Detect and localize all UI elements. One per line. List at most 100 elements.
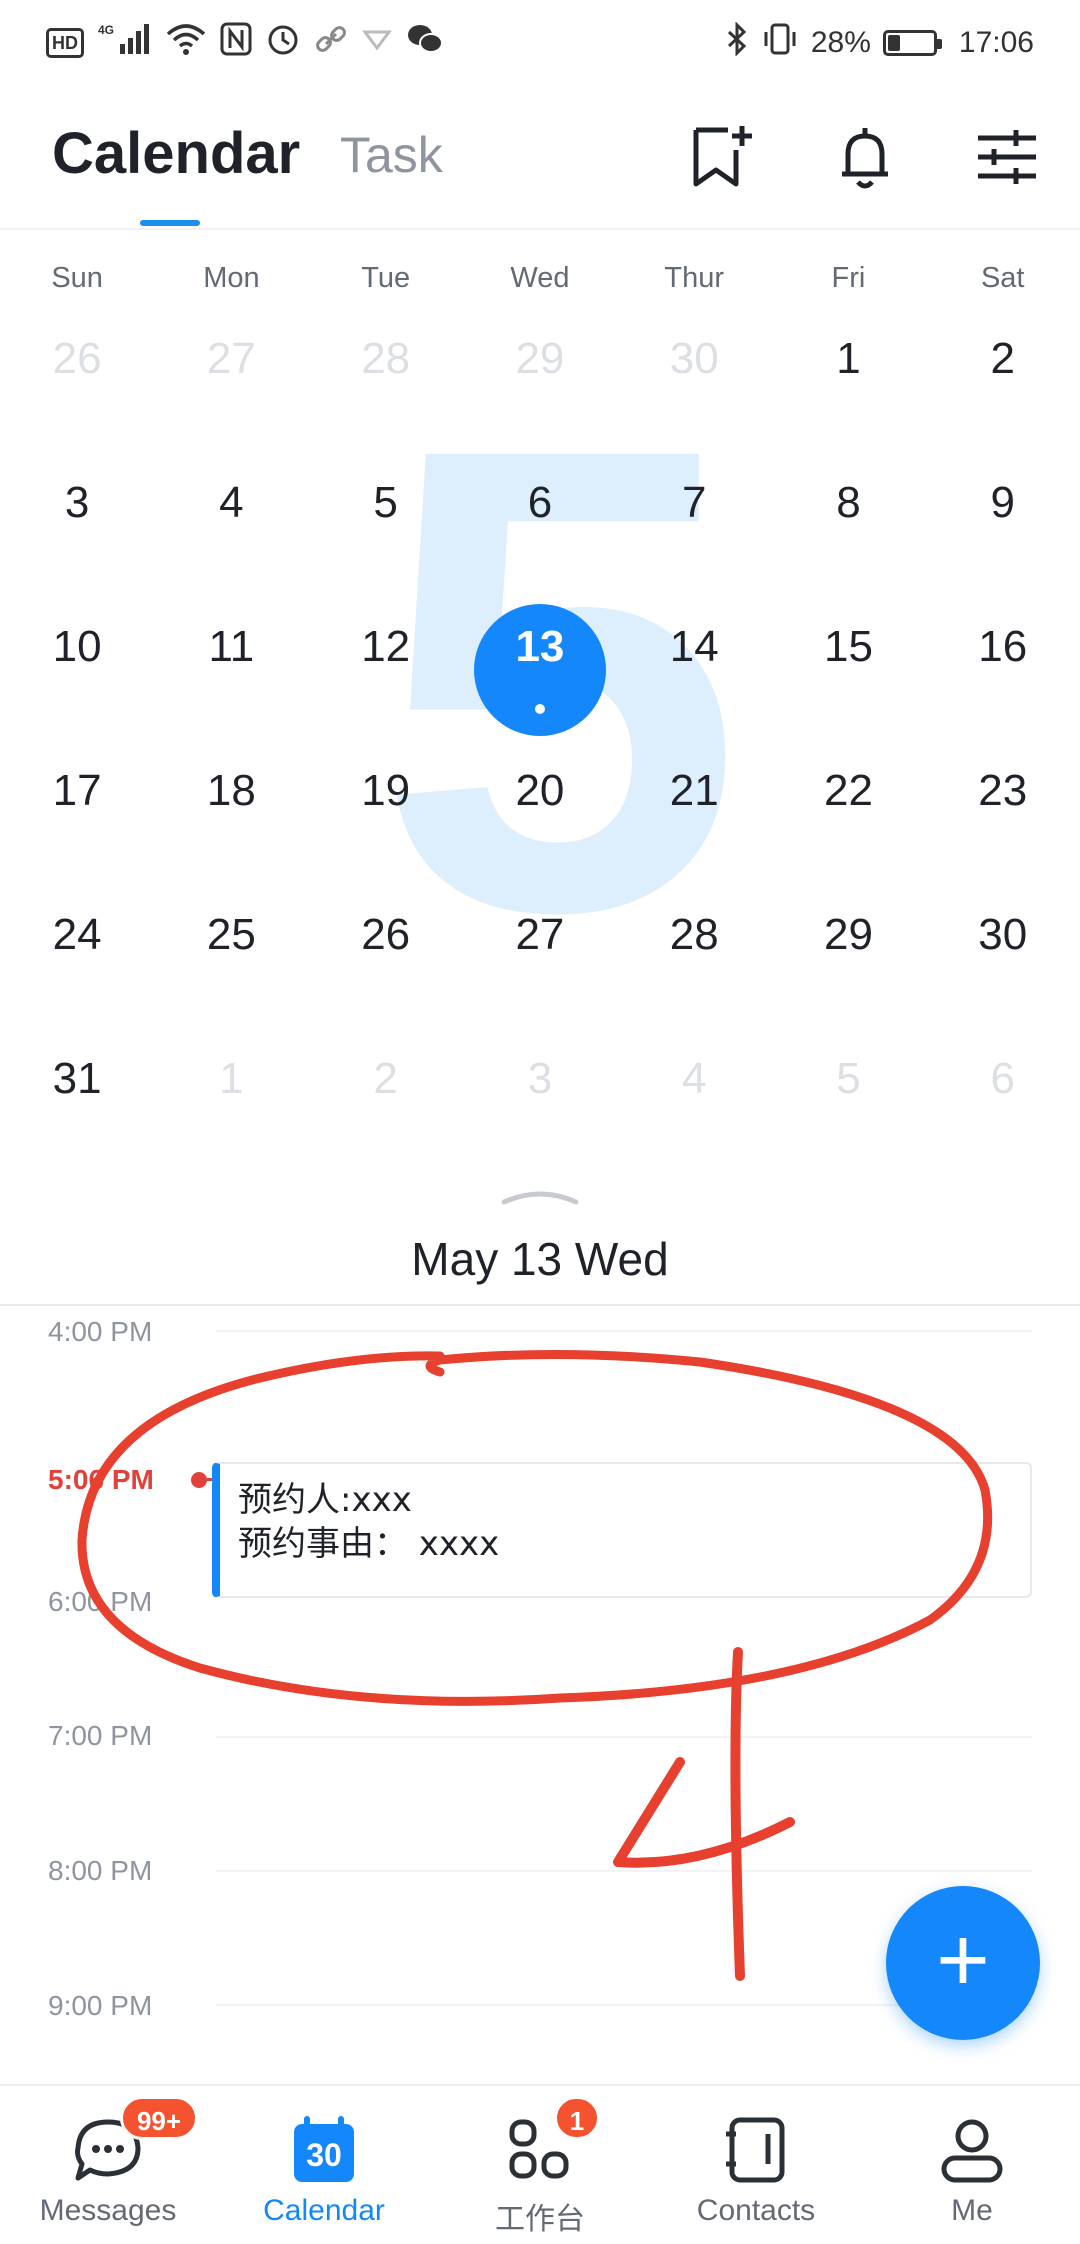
day-number: 21 [669, 766, 719, 815]
calendar-30-icon: 30 [284, 2114, 364, 2186]
day-cell[interactable]: 20 [463, 742, 617, 886]
day-cell[interactable]: 17 [0, 742, 154, 886]
weekday-label: Wed [510, 262, 570, 294]
day-cell[interactable]: 3 [463, 1030, 617, 1174]
day-cell[interactable]: 30 [617, 310, 771, 454]
day-cell[interactable]: 27 [463, 886, 617, 1030]
tab-task[interactable]: Task [340, 126, 443, 184]
active-tab-indicator [140, 220, 200, 226]
day-number: 9 [990, 478, 1015, 527]
day-number: 25 [206, 910, 256, 959]
day-number: 18 [206, 766, 256, 815]
day-cell[interactable]: 5 [771, 1030, 925, 1174]
day-cell[interactable]: 31 [0, 1030, 154, 1174]
person-icon [932, 2114, 1012, 2186]
nav-label: Messages [39, 2194, 177, 2227]
day-cell-selected[interactable]: 13 [463, 598, 617, 742]
day-cell[interactable]: 27 [154, 310, 308, 454]
filter-sliders-icon[interactable] [970, 120, 1044, 194]
day-cell[interactable]: 3 [0, 454, 154, 598]
day-number: 4 [219, 478, 244, 527]
day-cell[interactable]: 29 [771, 886, 925, 1030]
nav-label: 工作台 [495, 2203, 585, 2236]
day-cell[interactable]: 21 [617, 742, 771, 886]
tab-calendar[interactable]: Calendar [52, 120, 300, 187]
collapse-handle-icon[interactable] [500, 1186, 580, 1206]
weekday-label: Sun [51, 262, 103, 294]
nav-label: Calendar [263, 2194, 385, 2227]
day-cell[interactable]: 7 [617, 454, 771, 598]
day-cell[interactable]: 18 [154, 742, 308, 886]
day-cell[interactable]: 22 [771, 742, 925, 886]
app-header: Calendar Task [0, 86, 1080, 230]
bluetooth-icon [725, 21, 749, 64]
day-cell[interactable]: 8 [771, 454, 925, 598]
day-cell[interactable]: 5 [309, 454, 463, 598]
day-cell[interactable]: 28 [309, 310, 463, 454]
day-cell[interactable]: 6 [926, 1030, 1080, 1174]
day-cell[interactable]: 2 [309, 1030, 463, 1174]
day-cell[interactable]: 1 [771, 310, 925, 454]
add-event-button[interactable]: + [886, 1886, 1040, 2040]
day-cell[interactable]: 30 [926, 886, 1080, 1030]
day-number: 2 [990, 334, 1015, 383]
day-cell[interactable]: 4 [154, 454, 308, 598]
day-cell[interactable]: 12 [309, 598, 463, 742]
day-cell[interactable]: 6 [463, 454, 617, 598]
contacts-book-icon [716, 2114, 796, 2186]
nav-workbench[interactable]: 1 工作台 [432, 2086, 648, 2244]
day-number: 2 [373, 1054, 398, 1103]
day-number: 27 [206, 334, 256, 383]
day-cell[interactable]: 26 [0, 310, 154, 454]
day-number: 1 [219, 1054, 244, 1103]
day-number: 14 [669, 622, 719, 671]
day-number: 22 [823, 766, 873, 815]
day-number: 29 [823, 910, 873, 959]
current-time-dot [191, 1472, 207, 1488]
day-number: 29 [515, 334, 565, 383]
nav-me[interactable]: Me [864, 2086, 1080, 2244]
weekday-header: Sun Mon Tue Wed Thur Fri Sat [0, 262, 1080, 306]
day-cell[interactable]: 26 [309, 886, 463, 1030]
nav-calendar[interactable]: 30 Calendar [216, 2086, 432, 2244]
day-number: 4 [681, 1054, 707, 1103]
day-cell[interactable]: 10 [0, 598, 154, 742]
event-card[interactable]: 预约人:xxx 预约事由： xxxx [212, 1462, 1032, 1598]
bookmark-add-icon[interactable] [684, 120, 758, 194]
nfc-icon [220, 22, 252, 64]
nav-label: Contacts [696, 2194, 816, 2227]
day-number: 30 [978, 910, 1028, 959]
day-number: 3 [64, 478, 90, 527]
signal-icon: 4G [98, 22, 152, 64]
day-cell[interactable]: 29 [463, 310, 617, 454]
hour-label: 9:00 PM [48, 1990, 153, 2021]
day-cell[interactable]: 15 [771, 598, 925, 742]
day-number: 15 [823, 622, 873, 671]
day-cell[interactable]: 24 [0, 886, 154, 1030]
messages-badge: 99+ [120, 2096, 198, 2140]
day-number: 12 [361, 622, 411, 671]
nav-messages[interactable]: 99+ Messages [0, 2086, 216, 2244]
day-cell[interactable]: 19 [309, 742, 463, 886]
bell-icon[interactable] [828, 120, 902, 194]
day-number: 8 [836, 478, 861, 527]
day-number: 5 [836, 1054, 861, 1103]
alarm-icon [266, 22, 300, 64]
week-row: 24 25 26 27 28 29 30 [0, 886, 1080, 1030]
day-cell[interactable]: 25 [154, 886, 308, 1030]
day-cell[interactable]: 9 [926, 454, 1080, 598]
event-reason: 预约事由： xxxx [238, 1524, 500, 1564]
weekday-label: Thur [664, 262, 725, 294]
day-cell[interactable]: 28 [617, 886, 771, 1030]
day-cell[interactable]: 4 [617, 1030, 771, 1174]
day-cell[interactable]: 1 [154, 1030, 308, 1174]
day-cell[interactable]: 16 [926, 598, 1080, 742]
day-cell[interactable]: 14 [617, 598, 771, 742]
day-cell[interactable]: 2 [926, 310, 1080, 454]
nav-contacts[interactable]: Contacts [648, 2086, 864, 2244]
status-time: 17:06 [958, 26, 1034, 59]
link-icon [314, 22, 348, 64]
day-cell[interactable]: 23 [926, 742, 1080, 886]
day-number: 6 [527, 478, 553, 527]
day-cell[interactable]: 11 [154, 598, 308, 742]
